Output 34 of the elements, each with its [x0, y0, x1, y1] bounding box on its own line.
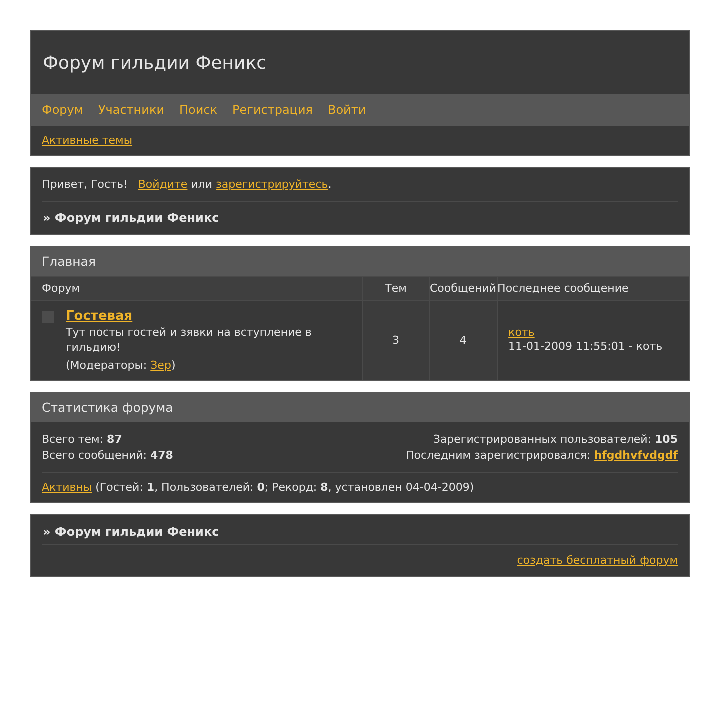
nav-link[interactable]: Участники — [98, 103, 164, 117]
active-topics-link[interactable]: Активные темы — [42, 134, 133, 147]
total-topics: Всего тем: 87 — [42, 432, 122, 448]
breadcrumb: » Форум гильдии Феникс — [42, 524, 220, 541]
topics-count: 3 — [362, 300, 430, 380]
forum-title-link[interactable]: Гостевая — [66, 309, 133, 324]
online-link[interactable]: Активны — [42, 480, 92, 494]
column-header: Форум — [31, 276, 362, 300]
last-post-link[interactable]: коть — [508, 326, 535, 338]
nav-link[interactable]: Войти — [328, 103, 366, 117]
online-stats: (Гостей: 1, Пользователей: 0; Рекорд: 8, установлен 04-04-2009) — [96, 480, 474, 494]
breadcrumb: » Форум гильдии Феникс — [42, 211, 220, 227]
stats-title: Статистика форума — [31, 392, 689, 422]
register-link[interactable]: зарегистрируйтесь — [216, 178, 328, 191]
category-title: Главная — [31, 247, 689, 276]
nav-link[interactable]: Форум — [42, 103, 84, 117]
moderator-link[interactable]: Зер — [150, 358, 172, 372]
total-posts: Всего сообщений: 478 — [42, 448, 174, 464]
column-header: Тем — [362, 276, 430, 300]
registered-users: Зарегистрированных пользователей: 105 — [433, 432, 678, 448]
posts-count: 4 — [430, 300, 498, 380]
column-header: Последнее сообщение — [497, 276, 689, 300]
welcome-text: Привет, Гость! Войдите или зарегистрируйтесь. — [42, 178, 333, 191]
site-title: Форум гильдии Феникс — [42, 52, 268, 76]
last-post-info: 11-01-2009 11:55:01 - коть — [508, 340, 664, 356]
forum-description: Тут посты гостей и зявки на вступление в гильдию! — [66, 326, 313, 356]
create-forum-link[interactable]: создать бесплатный форум — [517, 554, 678, 567]
nav-link[interactable]: Регистрация — [232, 103, 313, 117]
last-registered-link[interactable]: hfgdhvfvdgdf — [594, 448, 678, 462]
nav-link[interactable]: Поиск — [180, 103, 218, 117]
moderators-text: (Модераторы: Зер) — [66, 358, 177, 372]
login-link[interactable]: Войдите — [138, 178, 188, 191]
column-header: Сообщений — [430, 276, 498, 300]
last-registered-label: Последним зарегистрировался: — [406, 448, 591, 462]
